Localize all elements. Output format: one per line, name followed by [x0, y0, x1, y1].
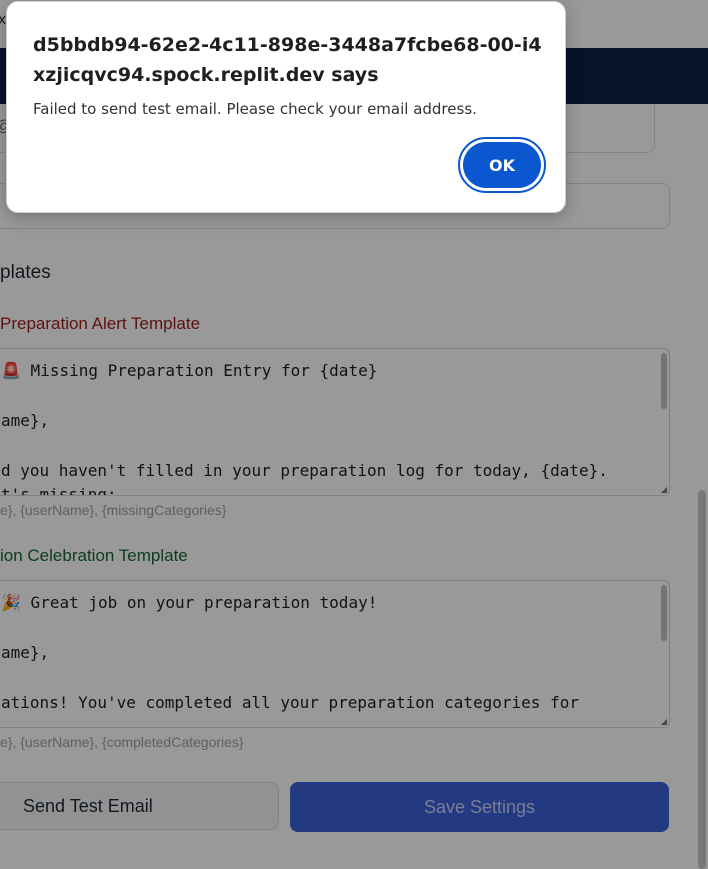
ok-button[interactable]: OK: [463, 142, 541, 188]
dialog-message: Failed to send test email. Please check …: [33, 100, 477, 118]
settings-page: x @ plates Preparation Alert Template 🚨 …: [0, 0, 708, 869]
alert-dialog: d5bbdb94-62e2-4c11-898e-3448a7fcbe68-00-…: [6, 1, 566, 213]
dialog-title: d5bbdb94-62e2-4c11-898e-3448a7fcbe68-00-…: [33, 34, 542, 86]
